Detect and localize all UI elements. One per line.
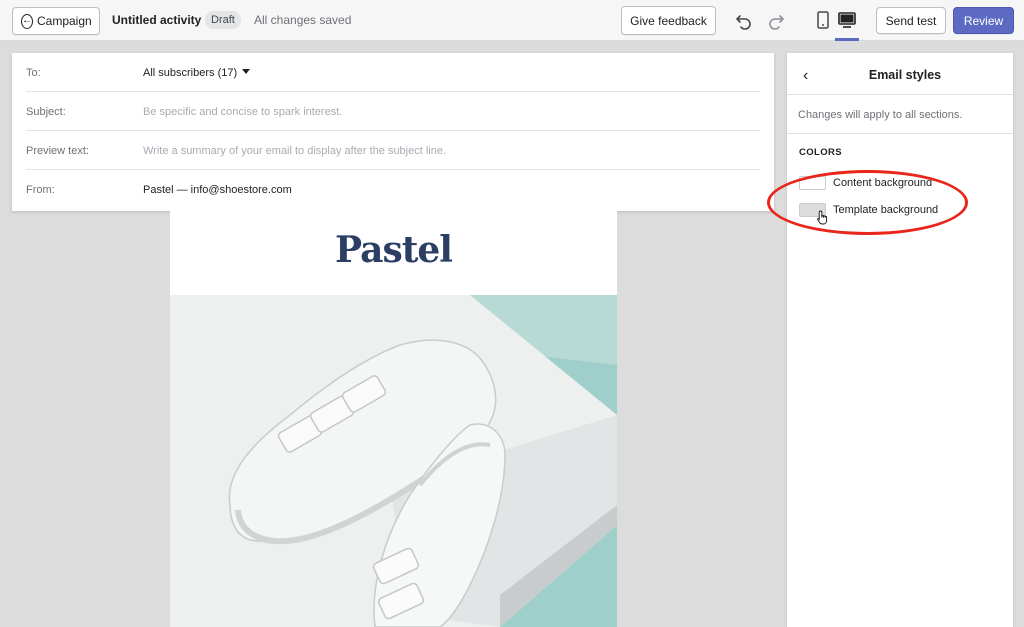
to-row[interactable]: To: All subscribers (17) [26,53,760,92]
brand-logo[interactable]: Pastel [170,229,617,271]
highlight-annotation [767,170,968,235]
divider [787,94,1013,95]
give-feedback-button[interactable]: Give feedback [621,6,716,35]
redo-icon[interactable] [766,11,786,31]
review-button[interactable]: Review [953,7,1014,34]
undo-icon[interactable] [734,11,754,31]
activity-title: Untitled activity [112,13,202,27]
back-button-label: Campaign [37,14,92,28]
subject-row[interactable]: Subject: Be specific and concise to spar… [26,92,760,131]
active-view-indicator [835,38,859,41]
status-badge: Draft [205,11,241,29]
panel-note: Changes will apply to all sections. [798,109,963,121]
email-styles-panel: ‹ Email styles Changes will apply to all… [787,53,1013,627]
save-status: All changes saved [254,13,352,27]
preview-text-row[interactable]: Preview text: Write a summary of your em… [26,131,760,170]
from-row[interactable]: From: Pastel — info@shoestore.com [26,170,760,209]
from-label: From: [26,184,55,196]
caret-down-icon [242,69,251,74]
colors-heading: COLORS [799,147,843,158]
back-to-campaign-button[interactable]: ← Campaign [12,7,100,35]
panel-title: Email styles [868,68,942,82]
sender-value[interactable]: Pastel — info@shoestore.com [143,184,292,196]
top-bar: ← Campaign Untitled activity Draft All c… [0,0,1024,41]
email-header-card: To: All subscribers (17) Subject: Be spe… [12,53,774,211]
send-test-button[interactable]: Send test [876,7,946,34]
preview-text-label: Preview text: [26,145,89,157]
divider [787,133,1013,134]
subject-input[interactable]: Be specific and concise to spark interes… [143,106,342,118]
email-preview[interactable]: Pastel [170,211,617,627]
back-arrow-icon: ← [21,13,33,29]
desktop-preview-icon[interactable] [837,10,857,30]
recipients-select[interactable]: All subscribers (17) [143,67,251,79]
recipients-value: All subscribers (17) [143,67,238,79]
hand-cursor-icon [817,210,828,225]
preview-text-input[interactable]: Write a summary of your email to display… [143,145,446,157]
to-label: To: [26,67,41,79]
hero-image[interactable] [170,295,617,627]
mobile-preview-icon[interactable] [814,10,832,30]
subject-label: Subject: [26,106,66,118]
